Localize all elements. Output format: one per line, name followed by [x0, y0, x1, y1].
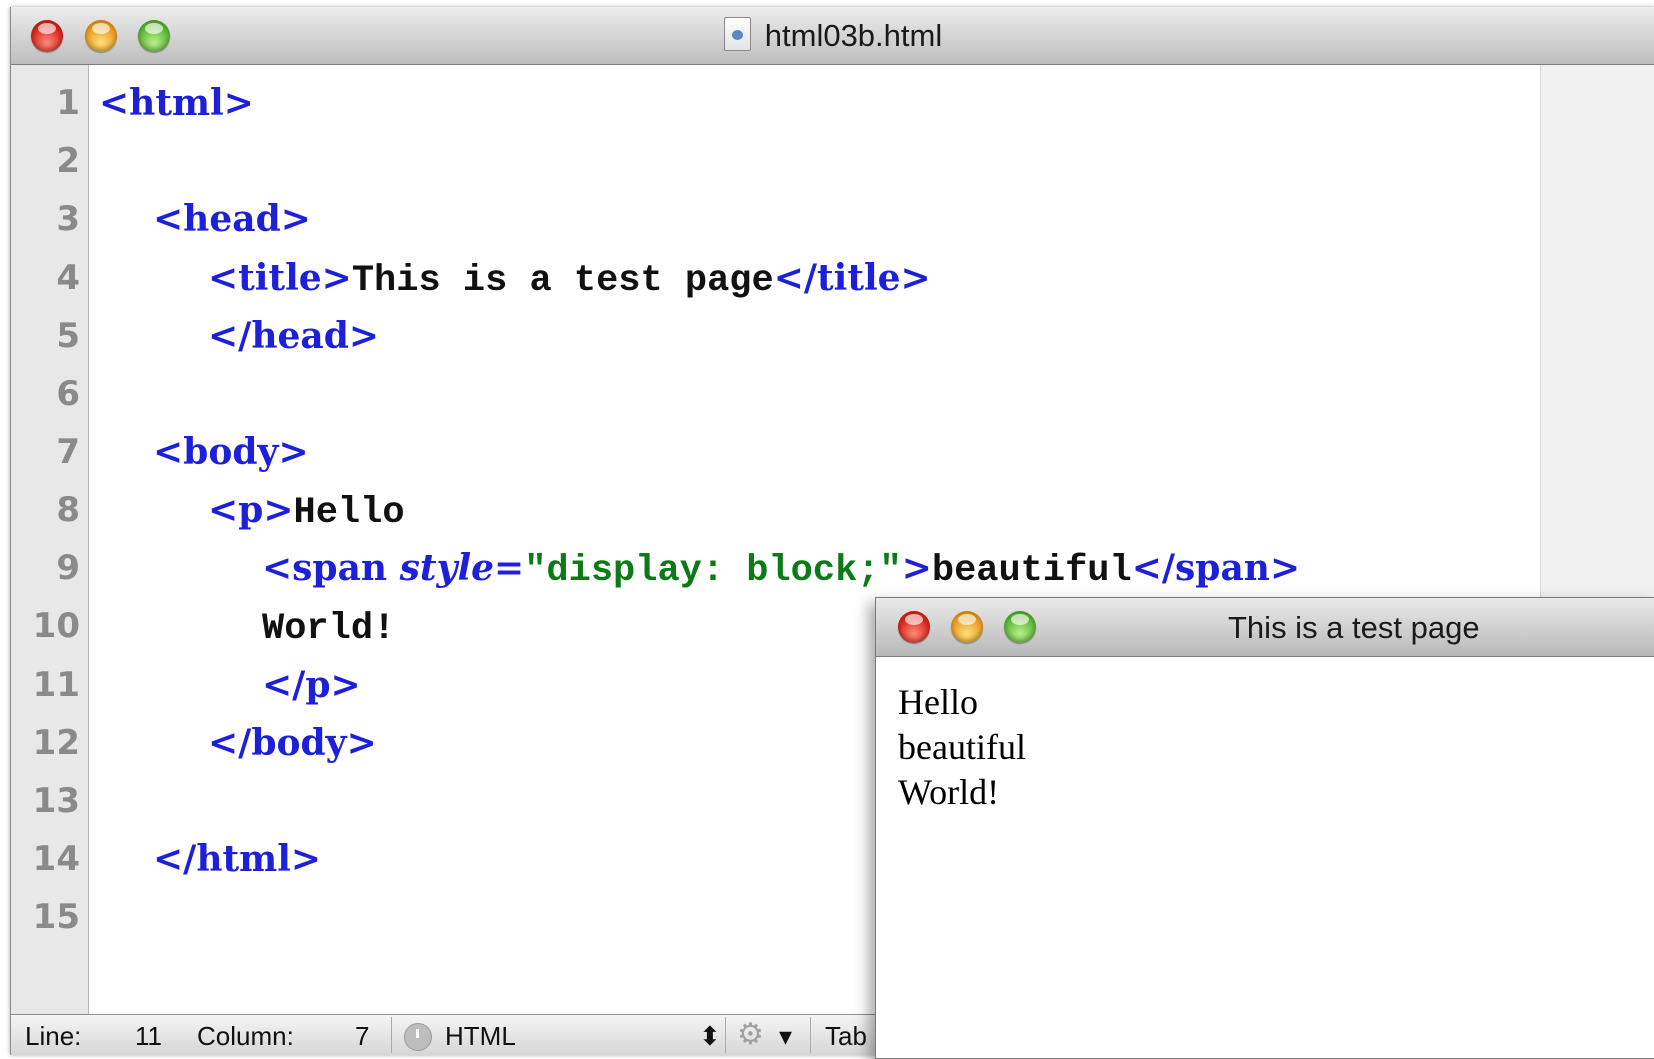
window-title-text: html03b.html	[764, 18, 943, 53]
tab-settings-menu[interactable]: Tab	[825, 1021, 867, 1052]
code-line: <html>	[99, 83, 254, 123]
line-number: 1	[56, 83, 80, 123]
tag-token: <span	[262, 547, 400, 589]
line-number: 14	[32, 839, 80, 879]
tag-token: <title>	[208, 257, 352, 299]
editor-titlebar[interactable]: html03b.html	[11, 7, 1654, 65]
equals-token: =	[494, 547, 525, 589]
line-label: Line:	[25, 1021, 82, 1051]
line-number: 13	[32, 781, 80, 821]
line-value: 11	[135, 1021, 162, 1051]
text-token: Hello	[293, 492, 405, 534]
attribute-value-token: "display: block;"	[524, 550, 902, 592]
line-number: 15	[32, 897, 80, 937]
tag-token: </p>	[262, 664, 361, 706]
code-line: <p>Hello	[208, 490, 405, 533]
text-token: World!	[262, 608, 396, 650]
line-number: 3	[56, 199, 80, 239]
preview-text-line: Hello	[898, 682, 978, 722]
preview-titlebar[interactable]: This is a test page	[876, 598, 1654, 657]
column-label: Column:	[197, 1021, 294, 1051]
minimize-button[interactable]	[951, 611, 983, 643]
status-divider	[391, 1017, 392, 1053]
tag-token: </title>	[773, 257, 931, 299]
line-number: 2	[56, 141, 80, 181]
gear-icon[interactable]: ⚙	[737, 1020, 764, 1050]
line-number: 12	[32, 723, 80, 763]
clock-icon	[404, 1023, 432, 1051]
line-number: 7	[56, 432, 80, 472]
tag-token: </html>	[153, 838, 322, 880]
column-value: 7	[355, 1021, 370, 1051]
tag-token: <html>	[99, 82, 254, 124]
html-document-icon[interactable]	[723, 17, 751, 51]
line-number: 5	[56, 316, 80, 356]
code-line: <span style="display: block;">beautiful<…	[262, 548, 1300, 591]
code-line: <body>	[153, 432, 309, 472]
code-line: World!	[262, 606, 395, 649]
preview-content: Hello beautiful World!	[898, 680, 1026, 815]
preview-window: This is a test page Hello beautiful Worl…	[875, 597, 1654, 1059]
tag-token: <p>	[208, 489, 294, 531]
attribute-name-token: style	[399, 547, 495, 589]
tag-token: >	[901, 547, 932, 589]
tag-token: </body>	[208, 722, 377, 764]
status-divider	[810, 1017, 811, 1053]
chevron-down-icon[interactable]: ▾	[779, 1021, 792, 1052]
line-number: 10	[32, 606, 80, 646]
updown-arrows-icon[interactable]: ⬍	[699, 1021, 721, 1052]
line-number: 8	[56, 490, 80, 530]
language-select[interactable]: HTML	[445, 1021, 516, 1052]
status-divider	[725, 1017, 726, 1053]
window-title: html03b.html	[11, 17, 1654, 54]
preview-window-title: This is a test page	[1228, 610, 1480, 645]
tag-token: </head>	[208, 315, 380, 357]
text-token: beautiful	[931, 550, 1132, 592]
line-number: 11	[32, 665, 80, 705]
text-token: This is a test page	[351, 260, 774, 302]
code-line: <head>	[153, 199, 311, 239]
line-number: 9	[56, 548, 80, 588]
line-number-gutter: 1 2 3 4 5 6 7 8 9 10 11 12 13 14 15	[11, 65, 89, 1015]
code-line: </html>	[153, 839, 321, 879]
code-line: </p>	[262, 665, 361, 705]
code-line: <title>This is a test page</title>	[208, 258, 931, 301]
code-line: </head>	[208, 316, 379, 356]
tag-token: </span>	[1131, 547, 1301, 589]
line-number: 6	[56, 374, 80, 414]
tag-token: <head>	[153, 198, 311, 240]
preview-text-line: World!	[898, 772, 1000, 812]
line-number: 4	[56, 258, 80, 298]
zoom-button[interactable]	[1004, 611, 1036, 643]
preview-text-line: beautiful	[898, 727, 1026, 767]
close-button[interactable]	[898, 611, 930, 643]
tag-token: <body>	[153, 431, 309, 473]
code-line: </body>	[208, 723, 377, 763]
